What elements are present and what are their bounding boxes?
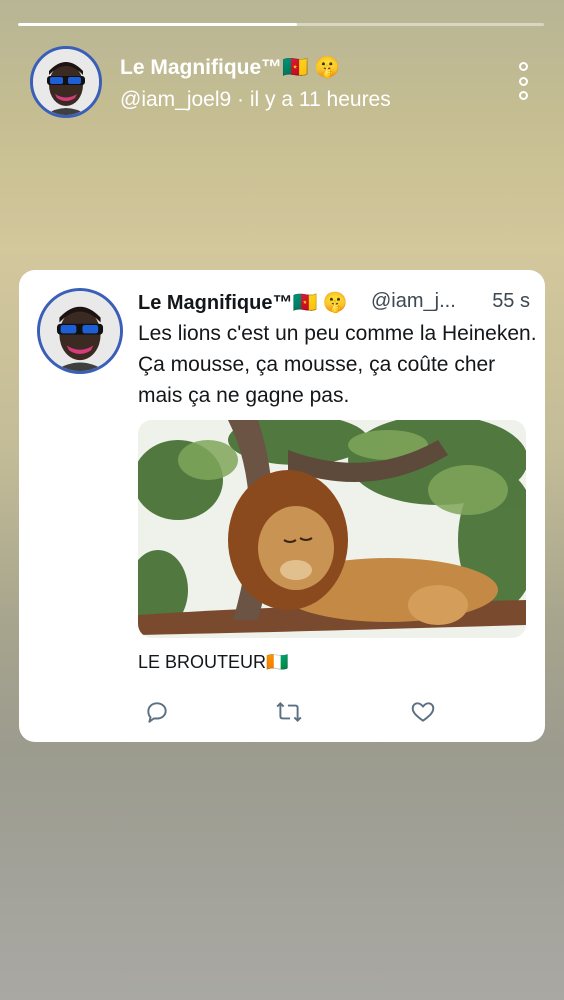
story-progress-fill — [18, 23, 297, 26]
more-vertical-icon-dot — [518, 91, 528, 100]
avatar-portrait-icon — [33, 49, 99, 115]
shushing-face-emoji: 🤫 — [314, 56, 341, 79]
tweet-text: Les lions c'est un peu comme la Heineken… — [138, 322, 537, 407]
tweet-actions — [138, 697, 448, 727]
tweet-card[interactable]: Le Magnifique™🇨🇲 🤫 @iam_j... 55 s Les li… — [19, 270, 545, 742]
tweet-image[interactable] — [138, 420, 526, 638]
story-avatar[interactable] — [30, 46, 102, 118]
reply-icon — [147, 702, 167, 723]
tweet-timestamp: 55 s — [492, 290, 530, 312]
story-user-name[interactable]: Le Magnifique™🇨🇲 🤫 — [120, 56, 340, 80]
tweet-avatar[interactable] — [37, 288, 123, 374]
more-vertical-icon — [518, 62, 528, 71]
retweet-button[interactable] — [274, 697, 304, 727]
cameroon-flag-emoji: 🇨🇲 — [292, 292, 318, 314]
more-vertical-icon-dot — [518, 76, 528, 86]
story-progress-bar — [18, 23, 544, 26]
avatar-portrait-icon — [40, 291, 120, 371]
story-meta: @iam_joel9 · il y a 11 heures — [120, 88, 391, 112]
cameroon-flag-emoji: 🇨🇲 — [282, 56, 309, 79]
lion-in-tree-image — [138, 420, 526, 638]
story-handle[interactable]: @iam_joel9 — [120, 88, 231, 111]
tweet-caption-text: LE BROUTEUR — [138, 652, 267, 672]
tweet-user-name-text: Le Magnifique™ — [138, 292, 293, 314]
story-time-ago: · il y a 11 heures — [231, 88, 391, 111]
story-user-name-text: Le Magnifique™ — [120, 56, 283, 79]
reply-button[interactable] — [142, 697, 172, 727]
tweet-user-name[interactable]: Le Magnifique™🇨🇲 🤫 — [138, 290, 348, 315]
like-button[interactable] — [408, 697, 438, 727]
tweet-handle[interactable]: @iam_j... — [371, 290, 456, 313]
more-options-button[interactable] — [508, 62, 538, 100]
ivory-coast-flag-emoji: 🇨🇮 — [266, 652, 289, 672]
retweet-icon — [276, 702, 302, 722]
shushing-face-emoji: 🤫 — [322, 292, 348, 314]
tweet-caption: LE BROUTEUR🇨🇮 — [138, 652, 288, 673]
like-heart-icon — [411, 702, 435, 722]
story-header: Le Magnifique™🇨🇲 🤫 @iam_joel9 · il y a 1… — [30, 46, 534, 118]
tweet-header: Le Magnifique™🇨🇲 🤫 @iam_j... 55 s — [138, 290, 530, 318]
